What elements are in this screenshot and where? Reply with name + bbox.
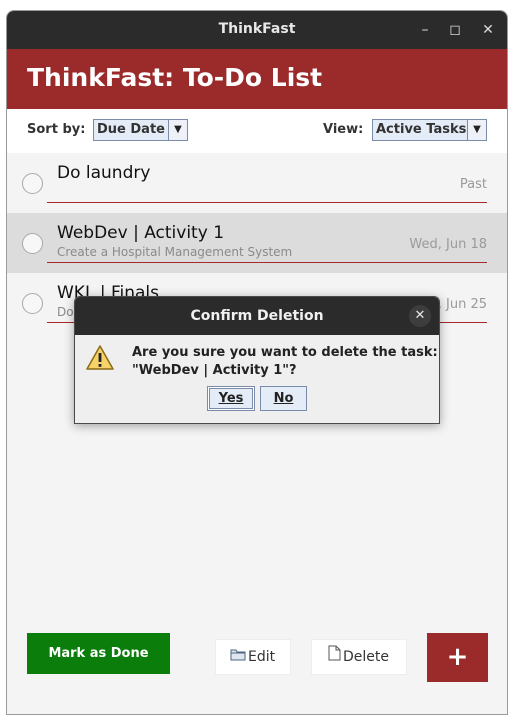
chevron-down-icon[interactable]: ▼ [467,120,486,140]
task-date: Wed, Jun 18 [409,237,487,252]
task-complete-radio[interactable] [22,293,43,314]
maximize-icon[interactable]: ◻ [444,19,466,41]
task-date: l, Jun 25 [434,297,487,312]
no-label: No [273,391,294,406]
filter-toolbar: Sort by: Due Date ▼ View: Active Tasks ▼ [7,109,507,153]
dialog-message-line2: "WebDev | Activity 1"? [132,363,297,378]
task-row[interactable]: Do laundry Past [7,153,507,213]
no-button[interactable]: No [260,386,307,411]
dialog-titlebar[interactable]: Confirm Deletion ✕ [75,297,439,335]
task-title: WebDev | Activity 1 [57,223,225,243]
sort-label: Sort by: [27,122,86,137]
delete-button[interactable]: Delete [311,639,407,675]
close-icon[interactable]: ✕ [477,19,499,41]
yes-label: Yes [218,391,244,406]
window-titlebar[interactable]: ThinkFast – ◻ ✕ [7,11,507,49]
task-complete-radio[interactable] [22,173,43,194]
task-description: Do [57,305,74,319]
sort-select-value: Due Date [97,122,165,137]
dialog-message: Are you sure you want to delete the task… [132,344,438,380]
file-icon [328,640,341,674]
folder-icon [230,640,246,674]
close-icon[interactable]: ✕ [409,305,431,327]
view-label: View: [323,122,364,137]
delete-label: Delete [343,649,389,665]
dialog-title: Confirm Deletion [190,308,324,324]
confirm-deletion-dialog: Confirm Deletion ✕ Are you sure you want… [74,296,440,424]
task-date: Past [459,177,487,192]
task-divider [47,202,487,203]
add-task-button[interactable]: + [427,633,488,682]
app-header: ThinkFast: To-Do List [7,49,507,109]
minimize-icon[interactable]: – [414,19,436,41]
view-select-value: Active Tasks [376,122,467,137]
task-divider [47,262,487,263]
task-description: Create a Hospital Management System [57,245,293,259]
sort-select[interactable]: Due Date ▼ [93,119,188,141]
edit-label: Edit [248,649,276,665]
edit-button[interactable]: Edit [215,639,291,675]
view-select[interactable]: Active Tasks ▼ [372,119,487,141]
task-title: Do laundry [57,163,151,183]
task-complete-radio[interactable] [22,233,43,254]
yes-button[interactable]: Yes [207,386,255,411]
mark-as-done-button[interactable]: Mark as Done [27,633,170,674]
chevron-down-icon[interactable]: ▼ [168,120,187,140]
dialog-message-line1: Are you sure you want to delete the task… [132,345,438,360]
warning-icon [85,344,115,375]
page-title: ThinkFast: To-Do List [27,63,323,92]
task-row-selected[interactable]: WebDev | Activity 1 Create a Hospital Ma… [7,213,507,273]
